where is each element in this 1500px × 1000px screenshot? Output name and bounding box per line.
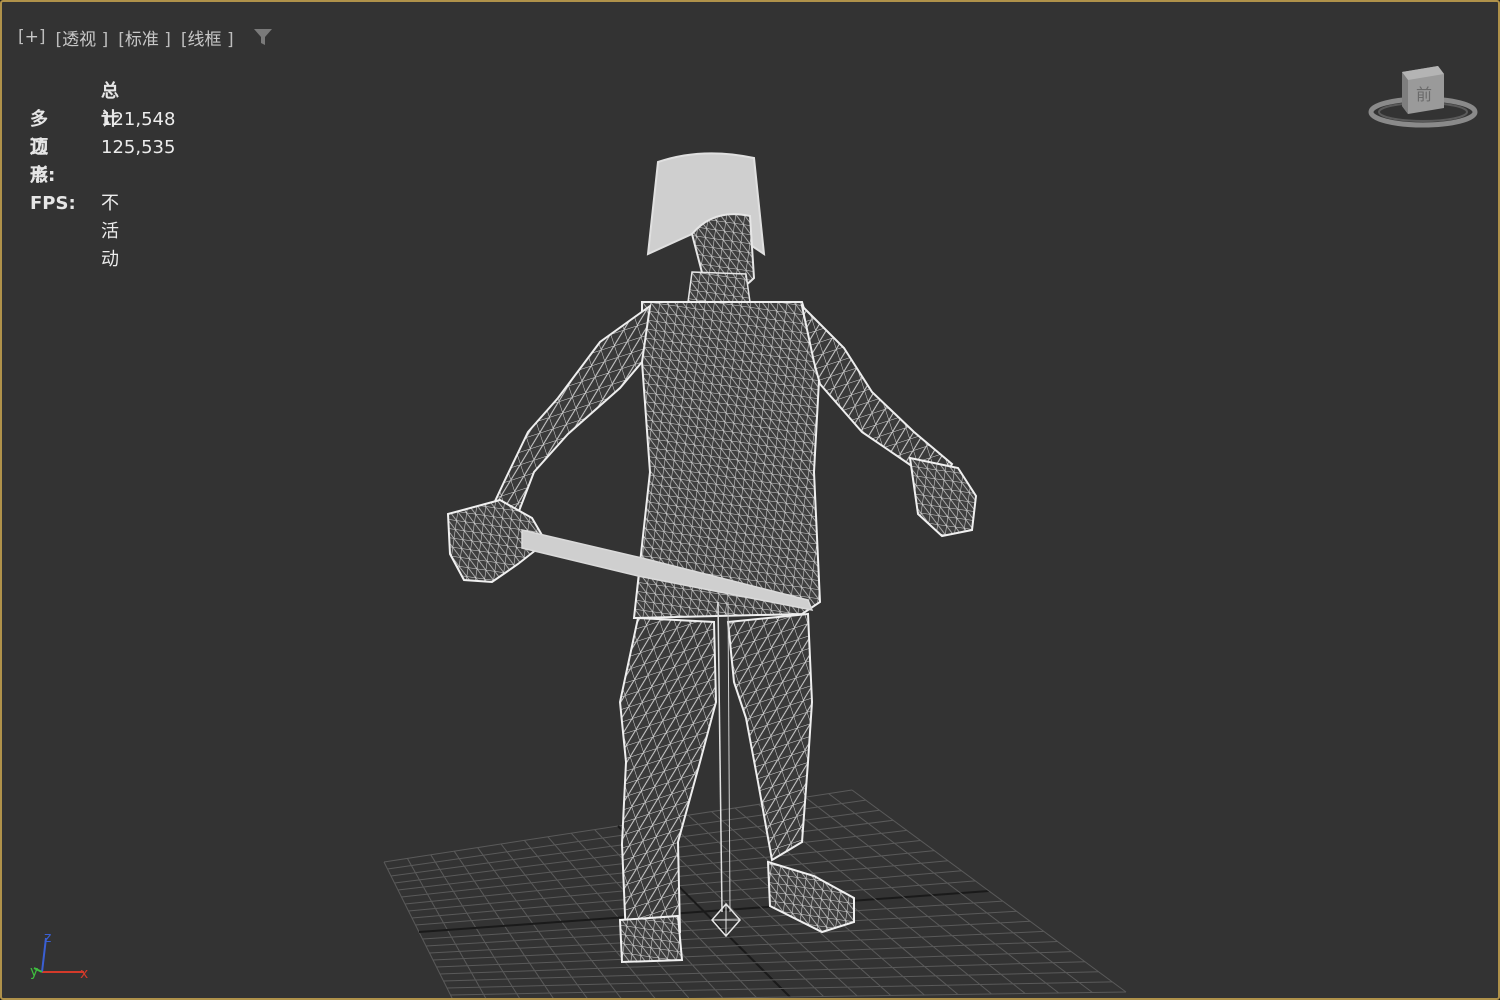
viewport-menu-plus[interactable]: [+] bbox=[18, 27, 46, 47]
vertices-value: 125,535 bbox=[101, 137, 176, 158]
character-left-arm bbox=[488, 303, 652, 526]
character-left-foot bbox=[618, 914, 684, 964]
viewport-scene[interactable] bbox=[2, 2, 1500, 1000]
perspective-viewport[interactable]: [+] [透视 ] [标准 ] [线框 ] 总计 多边形: 121,548 顶点:… bbox=[0, 0, 1500, 1000]
viewcube-face-label: 前 bbox=[1416, 85, 1432, 104]
grid-line bbox=[450, 981, 1113, 996]
axis-tripod: x y z bbox=[30, 930, 88, 980]
viewport-menu-standard[interactable]: [标准 ] bbox=[118, 25, 171, 50]
polygons-value: 121,548 bbox=[101, 109, 176, 130]
fps-label: FPS: bbox=[30, 193, 76, 214]
viewport-menu-wireframe[interactable]: [线框 ] bbox=[181, 25, 234, 50]
character-right-foot bbox=[766, 860, 855, 934]
vertices-label: 顶点: bbox=[30, 137, 56, 186]
grid-line bbox=[443, 961, 1085, 982]
axis-z-label: z bbox=[44, 930, 51, 946]
viewport-menu-perspective[interactable]: [透视 ] bbox=[56, 25, 109, 50]
character-left-leg bbox=[618, 616, 718, 940]
fps-value: 不活动 bbox=[101, 193, 119, 270]
viewcube-icon[interactable]: 前 bbox=[1366, 62, 1480, 132]
character-right-hand bbox=[908, 456, 978, 538]
filter-funnel-icon[interactable] bbox=[252, 26, 274, 48]
grid-line bbox=[851, 789, 1127, 993]
axis-x-label: x bbox=[80, 966, 88, 980]
character-neck bbox=[687, 271, 751, 303]
pivot-line bbox=[717, 601, 723, 913]
character-right-arm bbox=[800, 302, 954, 488]
ground-grid bbox=[383, 789, 1127, 998]
axis-y-label: y bbox=[30, 964, 38, 980]
viewport-label-menu: [+] [透视 ] [标准 ] [线框 ] bbox=[18, 24, 274, 50]
grid-line bbox=[446, 971, 1099, 989]
character-wireframe[interactable] bbox=[446, 152, 978, 964]
character-right-leg bbox=[726, 612, 814, 862]
